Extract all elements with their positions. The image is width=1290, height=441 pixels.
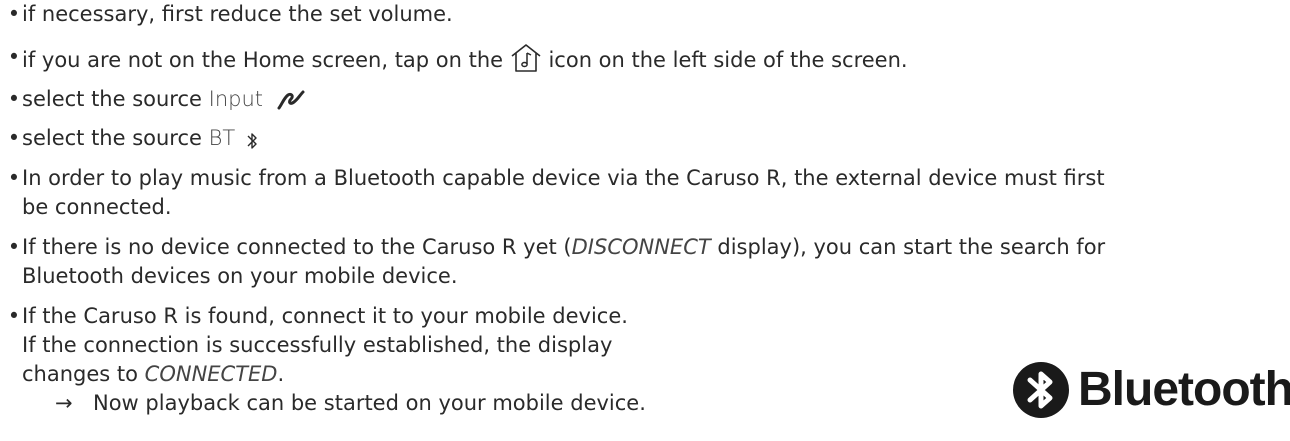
list-item-text-pre: select the source — [22, 87, 209, 111]
input-cable-icon — [276, 88, 306, 120]
list-item: • If there is no device connected to the… — [6, 233, 1105, 291]
result-arrow: → — [55, 391, 73, 415]
source-name: BT — [208, 126, 236, 150]
list-item-text: if necessary, first reduce the set volum… — [22, 2, 453, 26]
list-item: • if you are not on the Home screen, tap… — [6, 43, 908, 81]
list-item-line: If the connection is successfully establ… — [22, 333, 613, 357]
text-run: . — [277, 362, 285, 386]
list-item-line: If the Caruso R is found, connect it to … — [22, 304, 628, 328]
text-run: If there is no device connected to the C… — [22, 235, 572, 259]
source-name: Input — [208, 87, 264, 111]
bullet: • — [7, 126, 21, 150]
instruction-document: • if necessary, first reduce the set vol… — [0, 0, 1290, 441]
bullet: • — [7, 166, 21, 190]
bluetooth-symbol-icon — [246, 130, 258, 159]
list-item: • In order to play music from a Bluetoot… — [6, 164, 1105, 222]
bullet: • — [7, 45, 21, 69]
list-item-text-pre: if you are not on the Home screen, tap o… — [22, 48, 504, 72]
list-item-line: be connected. — [22, 195, 172, 219]
bluetooth-wordmark: Bluetooth — [1078, 363, 1290, 416]
list-item-text-pre: select the source — [22, 126, 209, 150]
list-item: • if necessary, first reduce the set vol… — [6, 0, 453, 29]
list-item-text: select the source Input — [22, 85, 306, 120]
bullet: • — [7, 2, 21, 26]
list-item-text: If the Caruso R is found, connect it to … — [22, 302, 628, 389]
list-item-text: if you are not on the Home screen, tap o… — [22, 43, 908, 81]
bullet: • — [7, 87, 21, 111]
list-item-text: In order to play music from a Bluetooth … — [22, 164, 1105, 222]
result-text: Now playback can be started on your mobi… — [93, 391, 646, 415]
bluetooth-logo: Bluetooth — [1012, 356, 1290, 424]
list-item-line: changes to CONNECTED. — [22, 360, 628, 389]
list-item: • If the Caruso R is found, connect it t… — [6, 302, 628, 389]
home-music-icon — [510, 43, 542, 81]
list-item-text: If there is no device connected to the C… — [22, 233, 1105, 291]
display-state-term: DISCONNECT — [571, 235, 711, 259]
list-item-text-post: icon on the left side of the screen. — [548, 48, 908, 72]
result-line: → Now playback can be started on your mob… — [55, 389, 646, 418]
bullet: • — [7, 235, 21, 259]
list-item: • select the source BT — [6, 124, 258, 159]
text-run: changes to — [22, 362, 145, 386]
list-item-line: If there is no device connected to the C… — [22, 233, 1105, 262]
text-run: display), you can start the search for — [710, 235, 1106, 259]
list-item-line: In order to play music from a Bluetooth … — [22, 166, 1105, 190]
list-item-text: select the source BT — [22, 124, 258, 159]
bluetooth-logo-icon — [1012, 360, 1070, 424]
display-state-term: CONNECTED — [144, 362, 278, 386]
list-item-line: Bluetooth devices on your mobile device. — [22, 264, 458, 288]
list-item: • select the source Input — [6, 85, 306, 120]
bullet: • — [7, 304, 21, 328]
